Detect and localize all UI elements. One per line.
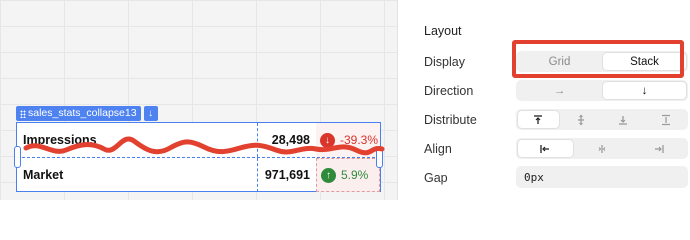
resize-handle-left[interactable] [14,146,21,168]
align-right-icon[interactable] [631,140,686,157]
gap-label: Gap [424,171,448,185]
direction-option-horizontal[interactable]: → [518,82,601,99]
direction-option-vertical[interactable]: ↓ [603,82,686,99]
distribute-label: Distribute [424,113,477,127]
display-toggle[interactable]: Grid Stack [516,51,688,72]
arrow-down-icon: ↓ [320,132,335,148]
display-label: Display [424,55,465,69]
distribute-center-icon[interactable] [561,111,602,128]
component-name-label[interactable]: sales_stats_collapse13 [16,106,141,121]
align-toggle[interactable] [516,138,688,159]
metric-value: 28,498 [257,123,317,157]
table-row[interactable]: Market 971,691 ↑ 5.9% [17,158,380,192]
metric-name: Impressions [23,133,97,147]
metric-delta-text: 5.9% [341,168,369,182]
stack-direction-button[interactable]: ↓ [143,106,158,121]
direction-toggle[interactable]: → ↓ [516,80,688,101]
direction-label: Direction [424,84,474,98]
display-option-stack[interactable]: Stack [603,53,686,70]
align-center-icon[interactable] [575,140,630,157]
metric-delta: ↑ 5.9% [316,158,380,192]
metric-name: Market [23,168,64,182]
design-canvas[interactable]: sales_stats_collapse13 ↓ Impressions 28,… [0,0,397,200]
display-option-grid[interactable]: Grid [518,53,601,70]
distribute-toggle[interactable] [516,109,688,130]
metric-delta-text: -39.3% [340,133,379,147]
metric-value: 971,691 [257,158,317,192]
gap-input[interactable] [516,166,688,188]
arrow-up-icon: ↑ [321,167,336,183]
stats-table[interactable]: Impressions 28,498 ↓ -39.3% Market 971,6… [16,122,381,192]
distribute-top-icon[interactable] [518,111,559,128]
resize-handle-right[interactable] [376,146,383,168]
drag-grip-icon [20,109,26,118]
table-row[interactable]: Impressions 28,498 ↓ -39.3% [17,123,380,158]
align-left-icon[interactable] [518,140,573,157]
component-name-tag[interactable]: sales_stats_collapse13 ↓ [16,106,158,121]
properties-panel: Layout Display Grid Stack Direction → ↓ … [397,0,690,200]
align-label: Align [424,142,452,156]
distribute-bottom-icon[interactable] [603,111,644,128]
component-name-text: sales_stats_collapse13 [28,107,137,119]
metric-delta: ↓ -39.3% [316,123,380,157]
distribute-space-between-icon[interactable] [646,111,687,128]
panel-title: Layout [424,24,462,38]
